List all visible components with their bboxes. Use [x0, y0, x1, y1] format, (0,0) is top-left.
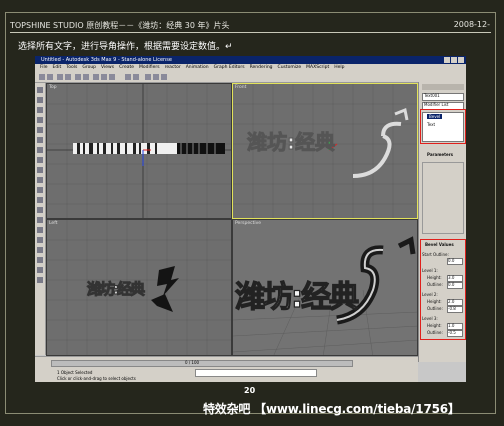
page-number: 20	[244, 386, 256, 395]
select-by-name-icon[interactable]	[83, 74, 89, 80]
viewport-left[interactable]: Left 潍坊:经典	[46, 219, 232, 356]
highlight-bevel-values	[420, 239, 466, 340]
menu-create[interactable]: Create	[119, 65, 134, 70]
parameters-rollout[interactable]: Parameters	[427, 152, 453, 157]
align-icon[interactable]	[133, 74, 139, 80]
tool-icon[interactable]	[37, 227, 43, 233]
parameters-group	[422, 162, 464, 234]
close-button[interactable]	[458, 57, 464, 63]
tool-icon[interactable]	[37, 147, 43, 153]
undo-icon[interactable]	[39, 74, 45, 80]
command-panel: Text001 Modifier List Bevel Text Paramet…	[418, 82, 466, 362]
quick-render-icon[interactable]	[161, 74, 167, 80]
select-icon[interactable]	[75, 74, 81, 80]
menu-views[interactable]: Views	[101, 65, 114, 70]
tool-icon[interactable]	[37, 97, 43, 103]
material-editor-icon[interactable]	[145, 74, 151, 80]
object-name: Text001	[424, 93, 440, 98]
left-viewport-text: 潍坊:经典	[87, 280, 146, 299]
viewport-front[interactable]: Front 潍坊:经典	[232, 83, 418, 219]
tool-icon[interactable]	[37, 107, 43, 113]
menu-animation[interactable]: Animation	[186, 65, 209, 70]
redo-icon[interactable]	[47, 74, 53, 80]
unlink-icon[interactable]	[65, 74, 71, 80]
menu-tools[interactable]: Tools	[66, 65, 77, 70]
maximize-button[interactable]	[451, 57, 457, 63]
tool-icon[interactable]	[37, 247, 43, 253]
tool-icon[interactable]	[37, 177, 43, 183]
modifier-list-label: Modifier List	[424, 102, 449, 107]
tool-icon[interactable]	[37, 277, 43, 283]
menu-group[interactable]: Group	[82, 65, 96, 70]
menu-graph-editors[interactable]: Graph Editors	[214, 65, 245, 70]
tool-icon[interactable]	[37, 117, 43, 123]
tool-icon[interactable]	[37, 237, 43, 243]
menu-help[interactable]: Help	[334, 65, 344, 70]
menu-maxscript[interactable]: MAXScript	[306, 65, 329, 70]
status-message: Click or click-and-drag to select object…	[57, 376, 136, 381]
header-divider	[10, 32, 491, 33]
frame-counter: 0 / 100	[185, 360, 200, 365]
tool-icon[interactable]	[37, 87, 43, 93]
time-slider[interactable]	[51, 360, 353, 367]
header-title: TOPSHINE STUDIO 原创教程－－《潍坊：经典 30 年》片头	[10, 21, 230, 30]
window-buttons	[444, 57, 464, 63]
move-icon[interactable]	[93, 74, 99, 80]
menu-rendering[interactable]: Rendering	[250, 65, 273, 70]
status-bar: 0 / 100 1 Object Selected Click or click…	[35, 356, 418, 382]
app-title: Untitled - Autodesk 3ds Max 9 - Stand-al…	[41, 57, 172, 63]
viewport-top[interactable]: Top	[46, 83, 232, 219]
link-icon[interactable]	[57, 74, 63, 80]
tool-icon[interactable]	[37, 157, 43, 163]
tool-icon[interactable]	[37, 257, 43, 263]
instruction-text: 选择所有文字，进行导角操作，根据需要设定数值。↵	[18, 42, 233, 52]
render-setup-icon[interactable]	[153, 74, 159, 80]
tool-icon[interactable]	[37, 197, 43, 203]
menu-file[interactable]: File	[40, 65, 48, 70]
main-toolbar	[35, 72, 466, 83]
menu-customize[interactable]: Customize	[278, 65, 302, 70]
menu-edit[interactable]: Edit	[53, 65, 62, 70]
tool-icon[interactable]	[37, 167, 43, 173]
top-view-grid	[47, 84, 231, 218]
tool-icon[interactable]	[37, 267, 43, 273]
highlight-modifier-stack	[420, 109, 466, 144]
menu-reactor[interactable]: reactor	[165, 65, 181, 70]
coordinate-fields[interactable]	[195, 369, 317, 377]
tool-icon[interactable]	[37, 127, 43, 133]
rotate-icon[interactable]	[101, 74, 107, 80]
left-toolbar	[35, 83, 46, 355]
perspective-viewport-text: 潍坊:经典	[234, 279, 359, 315]
menu-bar: File Edit Tools Group Views Create Modifiers re…	[35, 64, 466, 72]
app-title-bar: Untitled - Autodesk 3ds Max 9 - Stand-al…	[35, 56, 466, 64]
mirror-icon[interactable]	[125, 74, 131, 80]
header-date: 2008-12-	[453, 20, 490, 29]
tool-icon[interactable]	[37, 207, 43, 213]
front-viewport-text: 潍坊:经典	[247, 130, 336, 155]
viewport-perspective[interactable]: Perspective 潍坊:经典	[232, 219, 418, 356]
tool-icon[interactable]	[37, 187, 43, 193]
status-selected: 1 Object Selected	[57, 370, 93, 375]
footer-credit: 特效杂吧 【www.linecg.com/tieba/1756】	[203, 402, 460, 416]
menu-modifiers[interactable]: Modifiers	[139, 65, 160, 70]
tool-icon[interactable]	[37, 137, 43, 143]
app-screenshot: Untitled - Autodesk 3ds Max 9 - Stand-al…	[35, 56, 466, 382]
command-tabs[interactable]	[422, 84, 464, 90]
tool-icon[interactable]	[37, 217, 43, 223]
scale-icon[interactable]	[109, 74, 115, 80]
minimize-button[interactable]	[444, 57, 450, 63]
